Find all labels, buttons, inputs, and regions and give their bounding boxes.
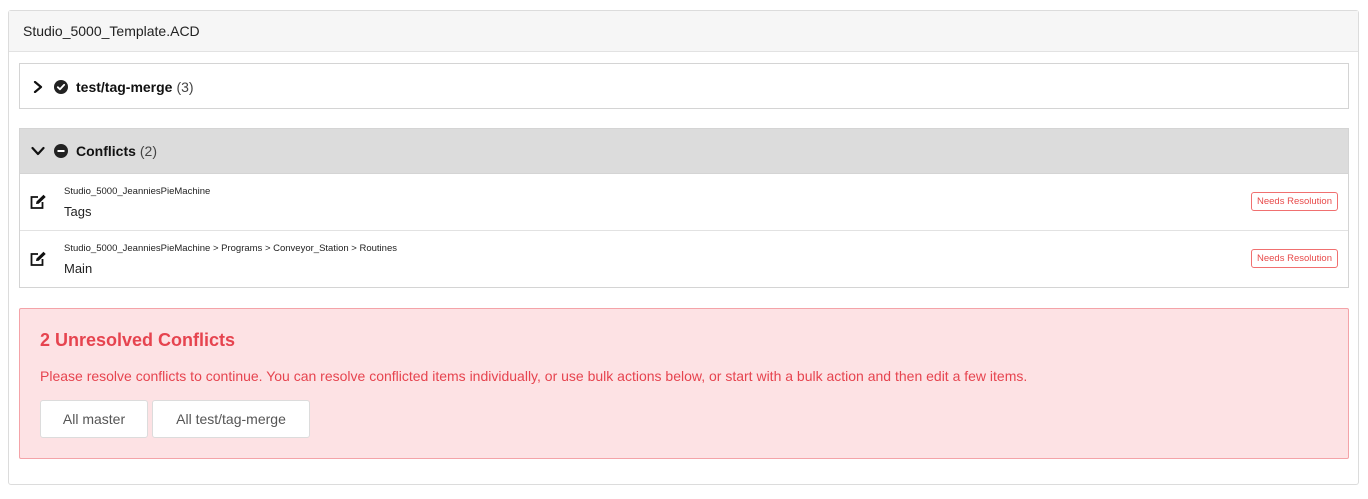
chevron-down-icon[interactable] xyxy=(30,143,46,159)
edit-icon[interactable] xyxy=(29,251,47,267)
file-header: Studio_5000_Template.ACD xyxy=(9,11,1358,52)
all-master-button[interactable]: All master xyxy=(40,400,148,438)
conflicts-count: (2) xyxy=(139,143,158,159)
conflict-item[interactable]: Studio_5000_JeanniesPieMachine Tags Need… xyxy=(20,174,1348,231)
check-circle-icon xyxy=(54,79,68,94)
merge-card: Studio_5000_Template.ACD test/tag-merge … xyxy=(8,10,1359,485)
item-path: Studio_5000_JeanniesPieMachine > Program… xyxy=(64,243,397,254)
unresolved-conflicts-alert: 2 Unresolved Conflicts Please resolve co… xyxy=(19,308,1349,459)
needs-resolution-badge: Needs Resolution xyxy=(1251,192,1338,211)
branch-count: (3) xyxy=(176,78,194,95)
item-name: Tags xyxy=(64,204,92,219)
file-title: Studio_5000_Template.ACD xyxy=(23,23,200,39)
item-name: Main xyxy=(64,261,93,276)
item-path: Studio_5000_JeanniesPieMachine xyxy=(64,186,211,197)
conflicts-label: Conflicts xyxy=(76,143,136,159)
conflicts-header[interactable]: Conflicts (2) xyxy=(20,129,1348,174)
all-branch-button[interactable]: All test/tag-merge xyxy=(152,400,310,438)
minus-circle-icon xyxy=(54,144,68,158)
alert-title: 2 Unresolved Conflicts xyxy=(40,330,236,350)
edit-icon[interactable] xyxy=(29,194,47,210)
branch-name: test/tag-merge xyxy=(76,78,173,95)
conflicts-section: Conflicts (2) Studio_5000_JeanniesPieMac… xyxy=(19,128,1349,288)
branch-row[interactable]: test/tag-merge (3) xyxy=(20,64,1348,109)
chevron-right-icon[interactable] xyxy=(30,79,46,95)
branch-section: test/tag-merge (3) xyxy=(19,63,1349,109)
needs-resolution-badge: Needs Resolution xyxy=(1251,249,1338,268)
conflict-item[interactable]: Studio_5000_JeanniesPieMachine > Program… xyxy=(20,231,1348,288)
alert-message: Please resolve conflicts to continue. Yo… xyxy=(40,368,1028,384)
